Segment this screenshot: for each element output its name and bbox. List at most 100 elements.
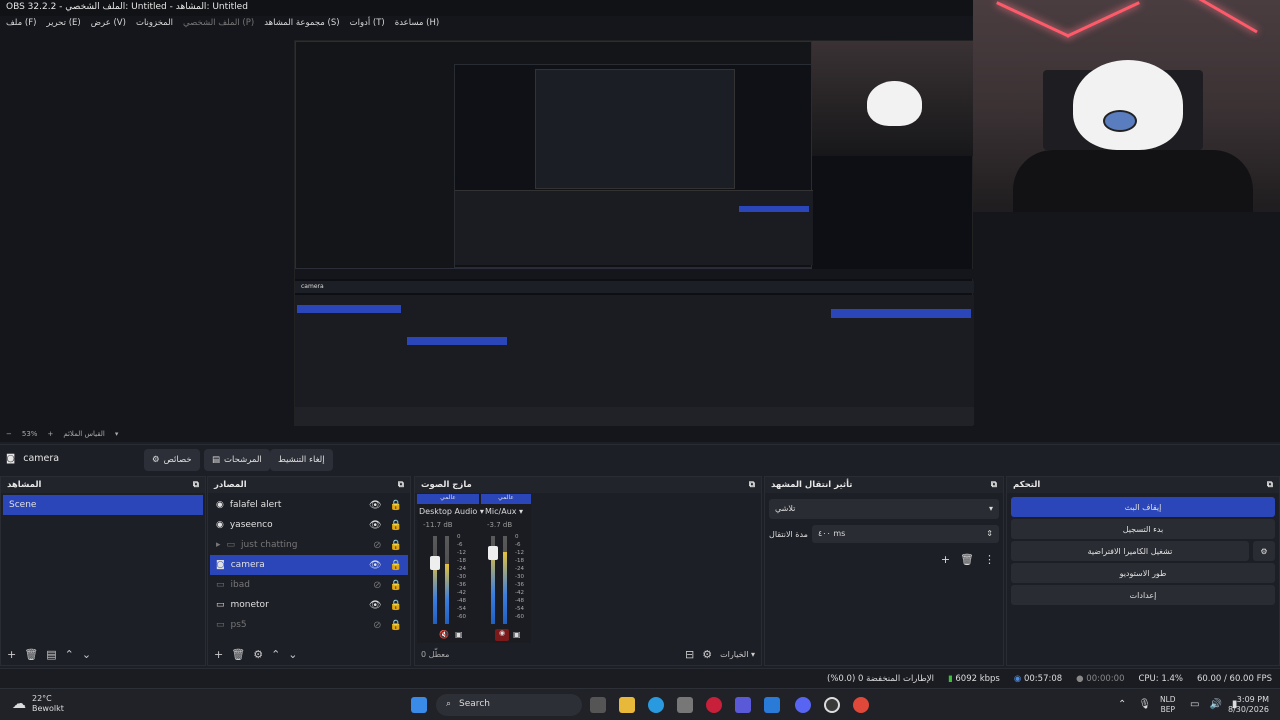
move-down-icon[interactable]: ⌄ — [82, 648, 91, 661]
preview-canvas[interactable]: camera — [294, 40, 974, 426]
menu-edit[interactable]: تحرير (E) — [46, 18, 80, 30]
search-placeholder: Search — [459, 699, 490, 709]
duration-input[interactable]: ٤٠٠ ms ⇕ — [811, 525, 999, 543]
app-icon[interactable] — [735, 697, 751, 713]
lock-icon[interactable]: 🔒 — [390, 540, 402, 551]
menu-file[interactable]: ملف (F) — [6, 18, 36, 30]
nested-source-selected — [407, 337, 507, 345]
undock-icon[interactable]: ⧉ — [398, 480, 404, 490]
chevron-down-icon[interactable]: ▾ — [115, 430, 119, 440]
volume-slider-handle[interactable] — [430, 556, 440, 570]
clock[interactable]: 3:09 PM 8/30/2026 — [1228, 695, 1269, 715]
layout-icon[interactable]: ⊟ — [685, 648, 694, 661]
microphone-icon[interactable]: 🎙 — [1138, 699, 1151, 710]
windows-start-icon[interactable] — [411, 697, 427, 713]
menu-tools[interactable]: أدوات (T) — [350, 18, 385, 30]
source-item-falafel-alert[interactable]: ◉ falafel alert 👁 🔒 — [210, 495, 408, 515]
mute-icon[interactable]: 🔇 — [439, 630, 449, 639]
file-explorer-icon[interactable] — [619, 697, 635, 713]
options-dropdown[interactable]: الخيارات ▾ — [720, 650, 755, 659]
audio-settings-icon[interactable]: ▣ — [513, 630, 521, 639]
transition-select[interactable]: تلاشي ▾ — [769, 499, 999, 519]
settings-button[interactable]: إعدادات — [1011, 585, 1275, 605]
start-virtual-camera-button[interactable]: تشغيل الكاميرا الافتراضية — [1011, 541, 1249, 561]
lock-icon[interactable]: 🔒 — [390, 600, 402, 611]
trash-icon[interactable]: 🗑 — [231, 648, 245, 661]
channel-name-desktop-audio[interactable]: Desktop Audio ▾ — [419, 507, 484, 516]
task-view-icon[interactable] — [590, 697, 606, 713]
source-item-camera[interactable]: ◙ camera 👁 🔒 — [210, 555, 408, 575]
add-icon[interactable]: + — [941, 553, 950, 566]
properties-button[interactable]: ⚙ خصائص — [144, 449, 200, 471]
menu-help[interactable]: مساعدة (H) — [395, 18, 439, 30]
channel-name-mic[interactable]: Mic/Aux ▾ — [485, 507, 523, 516]
source-item-just-chatting[interactable]: ▸ ▭ just chatting ⊘ 🔒 — [210, 535, 408, 555]
lock-icon[interactable]: 🔒 — [390, 500, 402, 511]
menu-docks[interactable]: المخزونات — [136, 18, 173, 30]
expand-icon[interactable]: ▸ — [216, 540, 221, 550]
obs-icon[interactable] — [824, 697, 840, 713]
weather-widget[interactable]: ☁ 22°C Bewolkt — [12, 694, 64, 714]
undock-icon[interactable]: ⧉ — [1267, 480, 1273, 490]
undock-icon[interactable]: ⧉ — [749, 480, 755, 490]
lock-icon[interactable]: 🔒 — [390, 520, 402, 531]
system-tray: ⌃ 🎙 — [1118, 699, 1151, 710]
filters-button[interactable]: ▤ المرشحات — [204, 449, 270, 471]
lock-icon[interactable]: 🔒 — [390, 620, 402, 631]
studio-mode-button[interactable]: طور الاستوديو — [1011, 563, 1275, 583]
source-item-ibad[interactable]: ▭ ibad ⊘ 🔒 — [210, 575, 408, 595]
menu-scene-collection[interactable]: مجموعة المشاهد (S) — [264, 18, 339, 30]
gear-icon[interactable]: ⚙ — [1253, 541, 1275, 561]
chevron-up-icon[interactable]: ⌃ — [1118, 699, 1126, 710]
volume-icon[interactable]: 🔊 — [1209, 699, 1221, 710]
filter-icon[interactable]: ▤ — [46, 648, 56, 661]
trash-icon[interactable]: 🗑 — [960, 553, 974, 566]
source-item-yaseenco[interactable]: ◉ yaseenco 👁 🔒 — [210, 515, 408, 535]
app-icon[interactable] — [764, 697, 780, 713]
search-box[interactable]: ⌕ Search — [436, 694, 582, 716]
source-item-ps5[interactable]: ▭ ps5 ⊘ 🔒 — [210, 615, 408, 635]
eye-icon[interactable]: 👁 — [369, 520, 382, 531]
audio-settings-icon[interactable]: ▣ — [455, 630, 463, 639]
opera-icon[interactable] — [706, 697, 722, 713]
zoom-fit-label[interactable]: القياس الملائم — [63, 430, 105, 440]
volume-slider-handle[interactable] — [488, 546, 498, 560]
language-indicator[interactable]: NLD BEP — [1160, 695, 1176, 715]
zoom-in-button[interactable]: + — [47, 430, 53, 440]
eye-hidden-icon[interactable]: ⊘ — [373, 540, 381, 551]
stop-streaming-button[interactable]: إيقاف البث — [1011, 497, 1275, 517]
more-icon[interactable]: ⋮ — [984, 553, 995, 566]
edge-icon[interactable] — [648, 697, 664, 713]
move-up-icon[interactable]: ⌃ — [271, 648, 280, 661]
menu-view[interactable]: عرض (V) — [91, 18, 126, 30]
deactivate-button[interactable]: إلغاء التنشيط — [270, 449, 333, 471]
move-down-icon[interactable]: ⌄ — [288, 648, 297, 661]
eye-icon[interactable]: 👁 — [369, 560, 382, 571]
trash-icon[interactable]: 🗑 — [24, 648, 38, 661]
meter-scale: 0 -6 -12 -18 -24 -30 -36 -42 -48 -54 -60 — [457, 534, 466, 620]
store-icon[interactable] — [677, 697, 693, 713]
undock-icon[interactable]: ⧉ — [991, 480, 997, 490]
zoom-out-button[interactable]: − — [6, 430, 12, 440]
lock-icon[interactable]: 🔒 — [390, 580, 402, 591]
menu-profile[interactable]: الملف الشخصي (P) — [183, 18, 254, 30]
spin-icon[interactable]: ⇕ — [986, 529, 993, 539]
eye-icon[interactable]: 👁 — [369, 600, 382, 611]
discord-icon[interactable] — [795, 697, 811, 713]
eye-hidden-icon[interactable]: ⊘ — [373, 580, 381, 591]
source-item-monetor[interactable]: ▭ monetor 👁 🔒 — [210, 595, 408, 615]
start-recording-button[interactable]: بدء التسجيل — [1011, 519, 1275, 539]
mute-icon[interactable]: ◉ — [495, 629, 509, 641]
chrome-icon[interactable] — [853, 697, 869, 713]
add-icon[interactable]: + — [214, 648, 223, 661]
move-up-icon[interactable]: ⌃ — [65, 648, 74, 661]
gear-icon[interactable]: ⚙ — [253, 648, 263, 661]
scene-item-scene[interactable]: Scene — [3, 495, 203, 515]
lock-icon[interactable]: 🔒 — [390, 560, 402, 571]
eye-hidden-icon[interactable]: ⊘ — [373, 620, 381, 631]
undock-icon[interactable]: ⧉ — [193, 480, 199, 490]
eye-icon[interactable]: 👁 — [369, 500, 382, 511]
mixer-settings-icon[interactable]: ⚙ — [702, 648, 712, 661]
add-icon[interactable]: + — [7, 648, 16, 661]
display-icon[interactable]: ▭ — [1190, 699, 1199, 710]
